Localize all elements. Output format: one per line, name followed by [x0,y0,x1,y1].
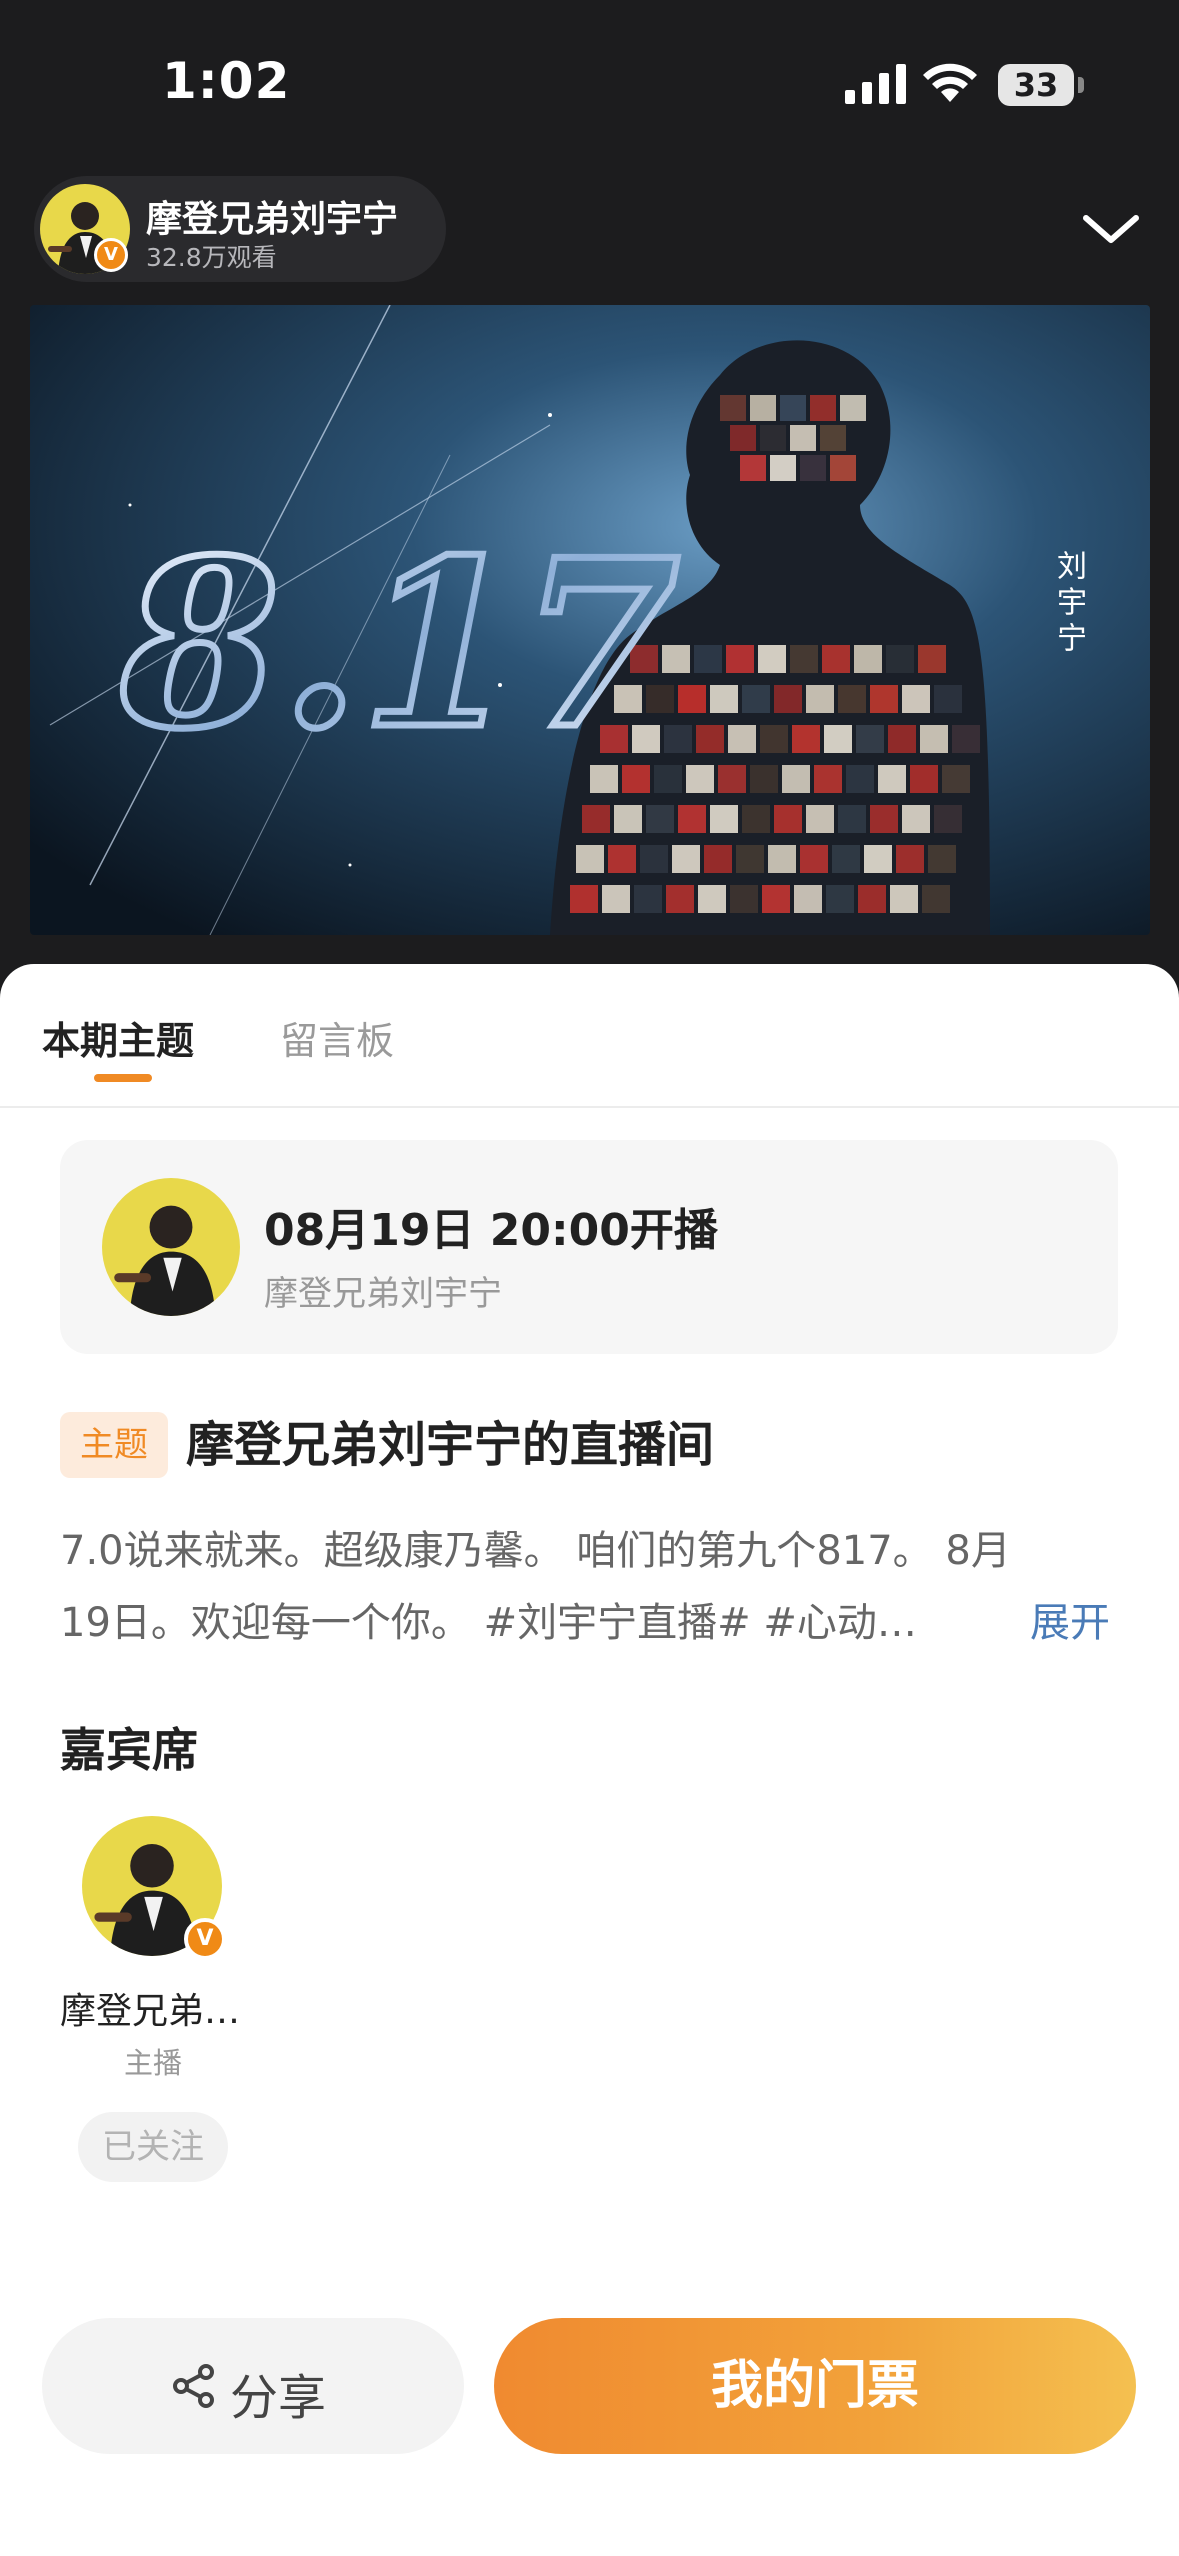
share-button[interactable]: 分享 [42,2318,464,2454]
status-time: 1:02 [162,52,291,110]
wifi-icon [923,63,977,102]
avatar[interactable] [102,1178,240,1316]
schedule-card: 08月19日 20:00开播 摩登兄弟刘宇宁 [60,1140,1118,1354]
cellular-signal-icon [845,64,906,104]
guest-name[interactable]: 摩登兄弟… [60,1982,250,2034]
share-label: 分享 [230,2370,327,2426]
cover-vertical-name: 刘宇宁 [1051,550,1086,658]
verified-v-icon: V [94,238,128,272]
topic-description-line: 19日。欢迎每一个你。 #刘宇宁直播# #心动… [60,1600,917,1646]
view-count: 32.8万观看 [146,243,277,272]
cover-headline: 8.17 [119,510,680,780]
chevron-down-icon[interactable] [1076,200,1146,260]
my-ticket-button[interactable]: 我的门票 [494,2318,1136,2454]
topic-title: 摩登兄弟刘宇宁的直播间 [186,1417,715,1473]
status-bar: 1:02 33 [0,0,1179,170]
guest-section-heading: 嘉宾席 [60,1723,198,1777]
followed-button[interactable]: 已关注 [78,2112,228,2182]
battery-icon: 33 [998,64,1074,106]
schedule-host-name: 摩登兄弟刘宇宁 [264,1274,502,1314]
host-name[interactable]: 摩登兄弟刘宇宁 [146,190,398,242]
battery-tip [1078,77,1084,93]
broadcast-time: 08月19日 20:00开播 [264,1205,718,1256]
active-tab-indicator [94,1074,152,1082]
tabs-divider [0,1106,1179,1108]
tab-message-board[interactable]: 留言板 [280,1010,394,1065]
verified-v-icon: V [184,1918,226,1960]
topic-tag: 主题 [60,1412,168,1478]
live-cover-poster: 8.17 [30,305,1150,935]
expand-link[interactable]: 展开 [1030,1590,1110,1648]
share-icon [173,2364,214,2408]
tab-current-topic[interactable]: 本期主题 [42,1010,194,1065]
guest-role: 主播 [123,2046,182,2080]
topic-description-line: 7.0说来就来。超级康乃馨。 咱们的第九个817。 8月 [60,1528,1011,1574]
